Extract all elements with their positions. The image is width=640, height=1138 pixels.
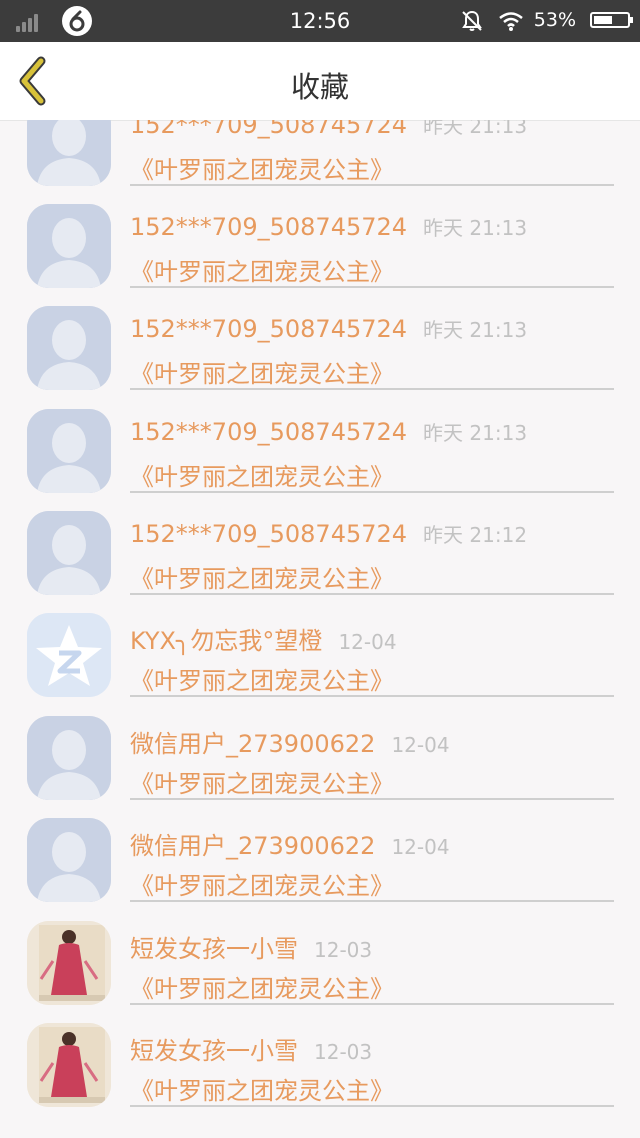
battery-percent: 53% [533, 9, 576, 31]
item-time: 12-04 [338, 630, 397, 654]
default-avatar-icon [27, 818, 111, 902]
default-avatar-icon [27, 409, 111, 493]
work-title[interactable]: 《叶罗丽之团宠灵公主》 [130, 252, 394, 287]
list-item[interactable]: 微信用户_273900622 12-04 《叶罗丽之团宠灵公主》 [0, 818, 640, 920]
divider [130, 695, 614, 697]
work-title[interactable]: 《叶罗丽之团宠灵公主》 [130, 866, 394, 901]
user-name: 短发女孩一小雪 [130, 1037, 298, 1065]
list-item[interactable]: KYX╮勿忘我°望橙 12-04 《叶罗丽之团宠灵公主》 [0, 613, 640, 715]
list-item[interactable]: 短发女孩一小雪 12-03 《叶罗丽之团宠灵公主》 [0, 921, 640, 1023]
list-item[interactable]: 152***709_508745724 昨天 21:13 《叶罗丽之团宠灵公主》 [0, 306, 640, 408]
user-name: 短发女孩一小雪 [130, 935, 298, 963]
list-item[interactable]: 微信用户_273900622 12-04 《叶罗丽之团宠灵公主》 [0, 716, 640, 818]
page-title: 收藏 [290, 70, 349, 104]
user-name: 152***709_508745724 [130, 418, 408, 446]
item-time: 12-03 [314, 1040, 373, 1064]
divider [130, 491, 614, 493]
work-title[interactable]: 《叶罗丽之团宠灵公主》 [130, 764, 394, 799]
divider [130, 1105, 614, 1107]
user-name: KYX╮勿忘我°望橙 [130, 627, 323, 655]
default-avatar-icon [27, 511, 111, 595]
divider [130, 593, 614, 595]
divider [130, 184, 614, 186]
user-name: 152***709_508745724 [130, 520, 408, 548]
user-name: 152***709_508745724 [130, 213, 408, 241]
divider [130, 798, 614, 800]
user-name: 微信用户_273900622 [130, 730, 376, 758]
work-title[interactable]: 《叶罗丽之团宠灵公主》 [130, 969, 394, 1004]
item-time: 昨天 21:13 [423, 120, 528, 138]
item-time: 昨天 21:12 [423, 523, 528, 547]
list-item[interactable]: 152***709_508745724 昨天 21:13 《叶罗丽之团宠灵公主》 [0, 409, 640, 511]
user-name: 152***709_508745724 [130, 120, 408, 139]
default-avatar-icon [27, 306, 111, 390]
list-item[interactable]: 152***709_508745724 昨天 21:13 《叶罗丽之团宠灵公主》 [0, 120, 640, 204]
photo-avatar [27, 921, 111, 1005]
work-title[interactable]: 《叶罗丽之团宠灵公主》 [130, 1071, 394, 1106]
photo-avatar [27, 1023, 111, 1107]
default-avatar-icon [27, 120, 111, 186]
status-bar: 12:56 53% [0, 0, 640, 42]
work-title[interactable]: 《叶罗丽之团宠灵公主》 [130, 150, 394, 185]
divider [130, 1003, 614, 1005]
qq-avatar-icon [27, 613, 111, 697]
favorites-list: 152***709_508745724 昨天 21:13 《叶罗丽之团宠灵公主》 … [0, 120, 640, 1138]
list-item[interactable]: 短发女孩一小雪 12-03 《叶罗丽之团宠灵公主》 [0, 1023, 640, 1125]
item-time: 昨天 21:13 [423, 216, 528, 240]
user-name: 152***709_508745724 [130, 315, 408, 343]
battery-icon [590, 12, 633, 28]
default-avatar-icon [27, 204, 111, 288]
item-time: 昨天 21:13 [423, 318, 528, 342]
item-time: 昨天 21:13 [423, 421, 528, 445]
work-title[interactable]: 《叶罗丽之团宠灵公主》 [130, 457, 394, 492]
mute-bell-icon [462, 10, 482, 31]
work-title[interactable]: 《叶罗丽之团宠灵公主》 [130, 661, 394, 696]
list-item[interactable]: 152***709_508745724 昨天 21:12 《叶罗丽之团宠灵公主》 [0, 511, 640, 613]
divider [130, 286, 614, 288]
default-avatar-icon [27, 716, 111, 800]
user-name: 微信用户_273900622 [130, 832, 376, 860]
wifi-icon [499, 12, 523, 31]
item-time: 12-04 [391, 733, 450, 757]
work-title[interactable]: 《叶罗丽之团宠灵公主》 [130, 354, 394, 389]
status-right: 53% [430, 8, 633, 34]
work-title[interactable]: 《叶罗丽之团宠灵公主》 [130, 559, 394, 594]
list-item[interactable]: 152***709_508745724 昨天 21:13 《叶罗丽之团宠灵公主》 [0, 204, 640, 306]
divider [130, 388, 614, 390]
item-time: 12-04 [391, 835, 450, 859]
divider [130, 900, 614, 902]
item-time: 12-03 [314, 938, 373, 962]
nav-bar: 收藏 [0, 42, 640, 121]
